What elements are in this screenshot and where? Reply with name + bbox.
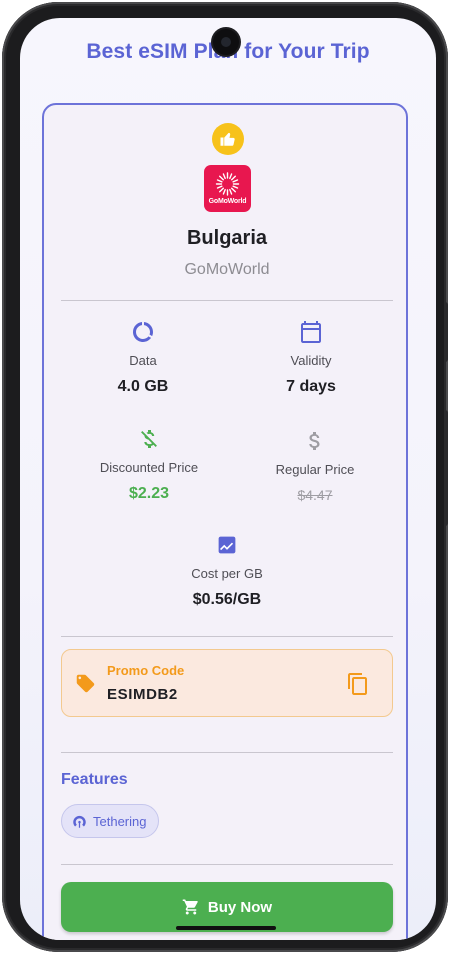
discounted-price-label: Discounted Price bbox=[99, 460, 199, 475]
promo-code-label: Promo Code bbox=[107, 663, 185, 678]
trend-chart-icon bbox=[142, 531, 312, 559]
features-title: Features bbox=[61, 771, 128, 788]
cost-per-gb-stat: Cost per GB $0.56/GB bbox=[142, 531, 312, 609]
data-value: 4.0 GB bbox=[117, 378, 169, 395]
feature-label: Tethering bbox=[93, 813, 147, 829]
provider-name: GoMoWorld bbox=[184, 261, 270, 278]
discounted-price-value: $2.23 bbox=[128, 485, 170, 502]
divider bbox=[61, 300, 393, 301]
divider bbox=[61, 636, 393, 637]
thumbs-up-icon bbox=[212, 123, 244, 155]
discounted-price-stat: Discounted Price $2.23 bbox=[64, 425, 234, 503]
promo-code-box: Promo Code ESIMDB2 bbox=[61, 649, 393, 717]
logo-text: GoMoWorld bbox=[208, 198, 247, 205]
promo-code-value: ESIMDB2 bbox=[107, 686, 178, 703]
validity-value: 7 days bbox=[286, 378, 336, 395]
phone-frame: Best eSIM Plan for Your Trip GoMoWorld B… bbox=[2, 2, 448, 952]
validity-label: Validity bbox=[290, 353, 332, 368]
buy-now-button[interactable]: Buy Now bbox=[61, 882, 393, 932]
feature-chip-tethering: Tethering bbox=[61, 804, 160, 838]
regular-price-value: $4.47 bbox=[297, 487, 333, 503]
validity-stat: Validity 7 days bbox=[226, 318, 396, 396]
regular-price-label: Regular Price bbox=[275, 462, 355, 477]
screen: Best eSIM Plan for Your Trip GoMoWorld B… bbox=[20, 18, 436, 940]
cost-per-gb-value: $0.56/GB bbox=[192, 591, 262, 608]
provider-logo: GoMoWorld bbox=[204, 165, 251, 212]
country-name: Bulgaria bbox=[186, 227, 268, 249]
plan-card: GoMoWorld Bulgaria GoMoWorld Data 4.0 GB bbox=[42, 103, 408, 940]
buy-now-label: Buy Now bbox=[207, 898, 273, 916]
tag-icon bbox=[75, 673, 96, 699]
data-label: Data bbox=[129, 353, 157, 368]
cost-per-gb-label: Cost per GB bbox=[191, 566, 263, 581]
divider bbox=[61, 864, 393, 865]
calendar-icon bbox=[226, 318, 396, 346]
copy-icon[interactable] bbox=[346, 672, 370, 701]
data-stat: Data 4.0 GB bbox=[58, 318, 228, 396]
dollar-icon bbox=[230, 427, 400, 455]
home-indicator bbox=[176, 926, 276, 930]
power-button bbox=[444, 410, 448, 526]
donut-chart-icon bbox=[58, 318, 228, 346]
volume-button bbox=[444, 302, 448, 362]
regular-price-stat: Regular Price $4.47 bbox=[230, 427, 400, 503]
dollar-off-icon bbox=[64, 425, 234, 453]
divider bbox=[61, 752, 393, 753]
cart-icon bbox=[182, 898, 200, 916]
front-camera bbox=[213, 29, 239, 55]
hotspot-icon bbox=[72, 814, 87, 829]
